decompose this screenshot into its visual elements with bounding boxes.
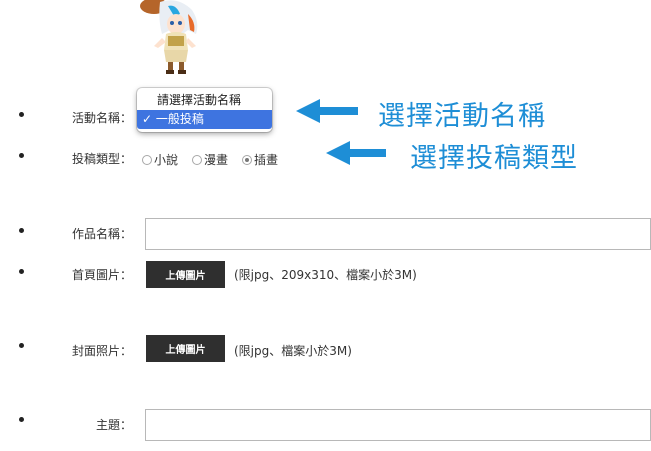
- homepage-upload-button[interactable]: 上傳圖片: [146, 261, 225, 288]
- list-bullet: [19, 112, 24, 117]
- cover-photo-label: 封面照片：: [71, 344, 132, 358]
- radio-illustration[interactable]: 插畫: [242, 151, 278, 168]
- theme-input[interactable]: [145, 409, 651, 441]
- dropdown-option[interactable]: 請選擇活動名稱: [137, 91, 272, 110]
- cover-upload-button[interactable]: 上傳圖片: [146, 335, 225, 362]
- list-bullet: [19, 269, 24, 274]
- list-bullet: [19, 228, 24, 233]
- radio-label: 漫畫: [204, 153, 229, 167]
- title-input[interactable]: [145, 218, 651, 250]
- activity-label: 活動名稱：: [71, 111, 132, 125]
- radio-label: 小說: [154, 153, 179, 167]
- mascot-illustration: [140, 0, 210, 76]
- arrow-left-icon: [296, 98, 358, 128]
- arrow-left-icon: [326, 140, 386, 170]
- radio-button-checked[interactable]: [242, 154, 253, 165]
- radio-novel[interactable]: 小說: [142, 151, 178, 168]
- type-radio-group: 小說 漫畫 插畫: [142, 151, 292, 168]
- dropdown-option-selected[interactable]: ✓ 一般投稿: [137, 110, 272, 129]
- type-label: 投稿類型：: [71, 152, 132, 166]
- homepage-image-hint: (限jpg、209x310、檔案小於3M): [234, 268, 417, 282]
- list-bullet: [19, 417, 24, 422]
- list-bullet: [19, 343, 24, 348]
- homepage-image-label: 首頁圖片：: [71, 268, 132, 282]
- radio-label: 插畫: [254, 153, 279, 167]
- activity-dropdown[interactable]: 請選擇活動名稱 ✓ 一般投稿: [137, 88, 272, 132]
- annotation-select-activity: 選擇活動名稱: [378, 101, 546, 132]
- title-label: 作品名稱：: [71, 227, 132, 241]
- list-bullet: [19, 153, 24, 158]
- annotation-select-type: 選擇投稿類型: [410, 143, 578, 174]
- theme-label: 主題：: [95, 418, 132, 432]
- cover-photo-hint: (限jpg、檔案小於3M): [234, 344, 352, 358]
- radio-button[interactable]: [192, 154, 203, 165]
- radio-button[interactable]: [142, 154, 152, 165]
- radio-comic[interactable]: 漫畫: [192, 151, 228, 168]
